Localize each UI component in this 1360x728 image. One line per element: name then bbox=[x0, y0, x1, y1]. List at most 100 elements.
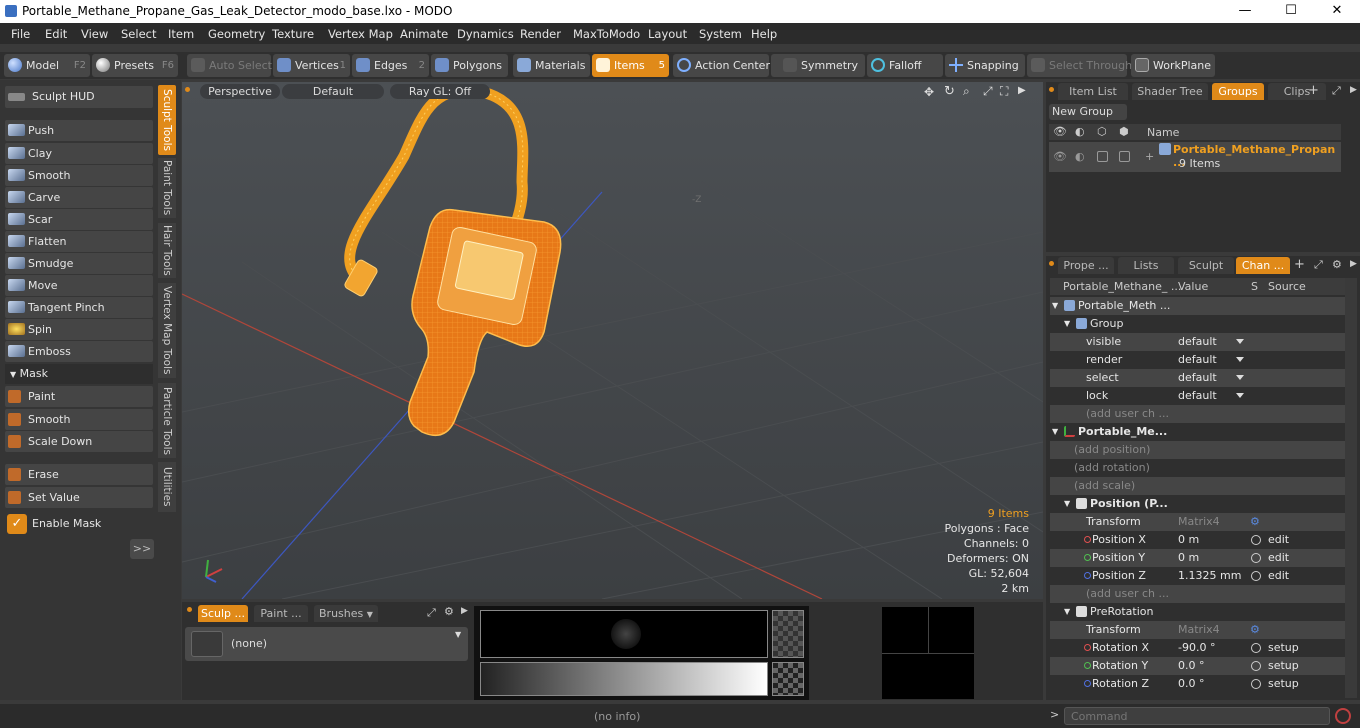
dropdown-arrow-icon[interactable] bbox=[1236, 339, 1244, 344]
expand-plus-icon[interactable]: + bbox=[1145, 150, 1154, 163]
channel-row[interactable]: Rotation Y 0.0 ° setup bbox=[1050, 657, 1346, 675]
state-radio[interactable] bbox=[1251, 661, 1261, 671]
channel-value[interactable]: Matrix4 bbox=[1178, 513, 1220, 531]
sculpt-hud-button[interactable]: Sculpt HUD bbox=[5, 86, 153, 108]
expand-arrow-icon[interactable]: ▼ bbox=[1064, 603, 1070, 621]
state-radio[interactable] bbox=[1251, 643, 1261, 653]
tool-smooth[interactable]: Smooth bbox=[5, 165, 153, 186]
tab-lists[interactable]: Lists bbox=[1118, 257, 1174, 274]
panel-gear-icon[interactable]: ⚙ bbox=[1332, 258, 1342, 271]
channel-value[interactable]: Matrix4 bbox=[1178, 621, 1220, 639]
dropdown-arrow-icon[interactable] bbox=[1236, 393, 1244, 398]
panel-expand-icon[interactable]: ⤢ bbox=[427, 606, 436, 620]
texture-swatch[interactable] bbox=[772, 610, 804, 658]
panel-arrow-icon[interactable]: ▶ bbox=[1350, 85, 1357, 95]
channel-row[interactable]: (add rotation) bbox=[1050, 459, 1346, 477]
channel-row[interactable]: render default bbox=[1050, 351, 1346, 369]
falloff-button[interactable]: Falloff bbox=[867, 54, 943, 77]
maximize-viewport-icon[interactable]: ⛶ bbox=[1000, 84, 1008, 99]
vtab-vertex-map-tools[interactable]: Vertex Map Tools bbox=[158, 283, 176, 378]
tool-clay[interactable]: Clay bbox=[5, 143, 153, 164]
channel-row[interactable]: (add position) bbox=[1050, 441, 1346, 459]
tool-tangent-pinch[interactable]: Tangent Pinch bbox=[5, 297, 153, 318]
channel-value[interactable]: -90.0 ° bbox=[1178, 639, 1215, 657]
lock-toggle[interactable] bbox=[1097, 151, 1108, 162]
dropdown-arrow-icon[interactable] bbox=[1236, 375, 1244, 380]
close-button[interactable]: ✕ bbox=[1314, 0, 1360, 23]
expand-arrow-icon[interactable]: ▼ bbox=[1064, 495, 1070, 513]
mask-set-value[interactable]: Set Value bbox=[5, 487, 153, 508]
channel-row[interactable]: select default bbox=[1050, 369, 1346, 387]
tab-brushes[interactable]: Brushes ▼ bbox=[314, 605, 378, 622]
menu-edit[interactable]: Edit bbox=[45, 27, 67, 41]
tab-channels[interactable]: Chan ... bbox=[1236, 257, 1290, 274]
tool-emboss[interactable]: Emboss bbox=[5, 341, 153, 362]
add-tab-icon[interactable]: + bbox=[1308, 83, 1319, 98]
channel-row[interactable]: Rotation X -90.0 ° setup bbox=[1050, 639, 1346, 657]
gear-icon[interactable]: ⚙ bbox=[1250, 621, 1260, 639]
channel-row[interactable]: lock default bbox=[1050, 387, 1346, 405]
channel-value[interactable]: default bbox=[1178, 387, 1217, 405]
dropdown-arrow-icon[interactable] bbox=[1236, 357, 1244, 362]
polygons-button[interactable]: Polygons bbox=[431, 54, 508, 77]
select-toggle[interactable] bbox=[1119, 151, 1130, 162]
viewport-menu-dot[interactable] bbox=[185, 87, 190, 92]
vertices-button[interactable]: Vertices 1 bbox=[273, 54, 350, 77]
channel-value[interactable]: default bbox=[1178, 333, 1217, 351]
raygl-dropdown[interactable]: Ray GL: Off bbox=[390, 84, 490, 99]
tab-paint[interactable]: Paint ... bbox=[254, 605, 308, 622]
symmetry-button[interactable]: Symmetry bbox=[771, 54, 865, 77]
mask-smooth[interactable]: Smooth bbox=[5, 409, 153, 430]
zoom-icon[interactable]: ⌕ bbox=[963, 84, 970, 99]
brush-preset-dropdown[interactable]: (none) ▼ bbox=[185, 627, 468, 661]
tool-smudge[interactable]: Smudge bbox=[5, 253, 153, 274]
vtab-sculpt-tools[interactable]: Sculpt Tools bbox=[158, 85, 176, 155]
group-row[interactable]: 👁 ◐ + Portable_Methane_Propan ... 9 Item… bbox=[1049, 142, 1341, 172]
menu-select[interactable]: Select bbox=[121, 27, 156, 41]
channel-row[interactable]: Transform Matrix4 ⚙ bbox=[1050, 621, 1346, 639]
mask-section-header[interactable]: ▼ Mask bbox=[5, 364, 153, 384]
menu-help[interactable]: Help bbox=[751, 27, 777, 41]
pan-icon[interactable]: ✥ bbox=[924, 85, 934, 99]
menu-geometry[interactable]: Geometry bbox=[208, 27, 265, 41]
channel-value[interactable]: 0 m bbox=[1178, 531, 1199, 549]
model-mode-button[interactable]: Model F2 bbox=[4, 54, 90, 77]
mask-scale-down[interactable]: Scale Down bbox=[5, 431, 153, 452]
auto-select-button[interactable]: Auto Select bbox=[187, 54, 272, 77]
channel-row[interactable]: (add scale) bbox=[1050, 477, 1346, 495]
state-radio[interactable] bbox=[1251, 553, 1261, 563]
channel-row[interactable]: visible default bbox=[1050, 333, 1346, 351]
menu-animate[interactable]: Animate bbox=[400, 27, 448, 41]
channel-row[interactable]: ▼ PreRotation bbox=[1050, 603, 1346, 621]
state-radio[interactable] bbox=[1251, 679, 1261, 689]
channel-row[interactable]: Position X 0 m edit bbox=[1050, 531, 1346, 549]
gear-icon[interactable]: ⚙ bbox=[1250, 513, 1260, 531]
menu-item[interactable]: Item bbox=[168, 27, 194, 41]
add-tab-icon[interactable]: + bbox=[1294, 257, 1305, 272]
channel-value[interactable]: 0.0 ° bbox=[1178, 675, 1205, 693]
tool-carve[interactable]: Carve bbox=[5, 187, 153, 208]
channel-row[interactable]: Position Z 1.1325 mm edit bbox=[1050, 567, 1346, 585]
mask-paint[interactable]: Paint bbox=[5, 386, 153, 407]
workplane-button[interactable]: WorkPlane bbox=[1131, 54, 1215, 77]
expand-button[interactable]: >> bbox=[130, 539, 154, 559]
panel-menu-dot[interactable] bbox=[187, 607, 192, 612]
tab-groups[interactable]: Groups bbox=[1212, 83, 1264, 100]
channel-value[interactable]: 0.0 ° bbox=[1178, 657, 1205, 675]
gradient-ramp[interactable] bbox=[480, 662, 768, 696]
channel-row[interactable]: (add user ch ... bbox=[1050, 405, 1346, 423]
rotate-icon[interactable]: ↻ bbox=[944, 84, 955, 99]
tab-shader-tree[interactable]: Shader Tree bbox=[1132, 83, 1208, 100]
maximize-button[interactable]: ☐ bbox=[1268, 0, 1314, 23]
record-macro-icon[interactable] bbox=[1335, 708, 1351, 724]
vtab-particle-tools[interactable]: Particle Tools bbox=[158, 383, 176, 458]
expand-arrow-icon[interactable]: ▼ bbox=[1052, 297, 1058, 315]
tool-scar[interactable]: Scar bbox=[5, 209, 153, 230]
channel-row[interactable]: Position Y 0 m edit bbox=[1050, 549, 1346, 567]
channel-row[interactable]: ▼ Portable_Meth ... bbox=[1050, 297, 1346, 315]
select-through-button[interactable]: Select Through bbox=[1027, 54, 1132, 77]
panel-gear-icon[interactable]: ⚙ bbox=[444, 605, 454, 618]
channel-row[interactable]: ▼ Group bbox=[1050, 315, 1346, 333]
presets-button[interactable]: Presets F6 bbox=[92, 54, 178, 77]
panel-menu-dot[interactable] bbox=[1049, 261, 1054, 266]
